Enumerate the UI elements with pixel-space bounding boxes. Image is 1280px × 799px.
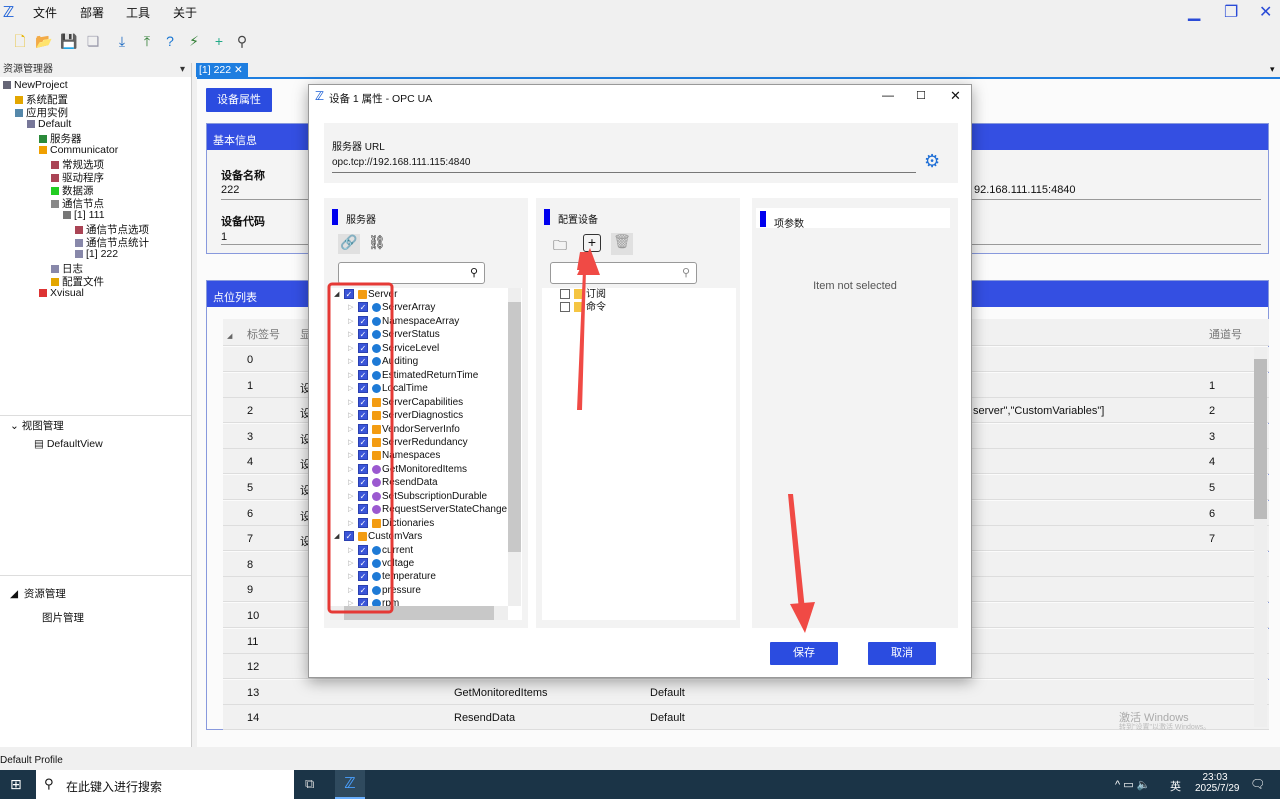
status-profile: Default Profile — [0, 755, 63, 766]
windows-start-icon[interactable]: ⊞ — [10, 776, 22, 793]
highlight-box — [327, 282, 394, 614]
search-icon: ⚲ — [44, 776, 54, 791]
app-taskbar-icon[interactable]: ℤ — [335, 770, 365, 799]
ime-indicator[interactable]: 英 — [1170, 778, 1181, 794]
arrow-to-add — [577, 248, 600, 410]
annotation-overlay — [327, 248, 815, 633]
taskbar-search[interactable]: ⚲ 在此键入进行搜索 — [36, 770, 294, 799]
clock[interactable]: 23:03 2025/7/29 — [1195, 772, 1240, 794]
taskbar: ⊞ ⚲ 在此键入进行搜索 ⧉ ℤ ^ ▭ 🔈 英 23:03 2025/7/29 … — [0, 770, 1280, 799]
arrow-to-save — [788, 494, 815, 633]
task-view-icon[interactable]: ⧉ — [305, 776, 314, 792]
tray-icons[interactable]: ^ ▭ 🔈 — [1115, 778, 1150, 791]
taskbar-search-text: 在此键入进行搜索 — [66, 780, 163, 794]
notification-icon[interactable]: 🗨 — [1250, 777, 1265, 791]
